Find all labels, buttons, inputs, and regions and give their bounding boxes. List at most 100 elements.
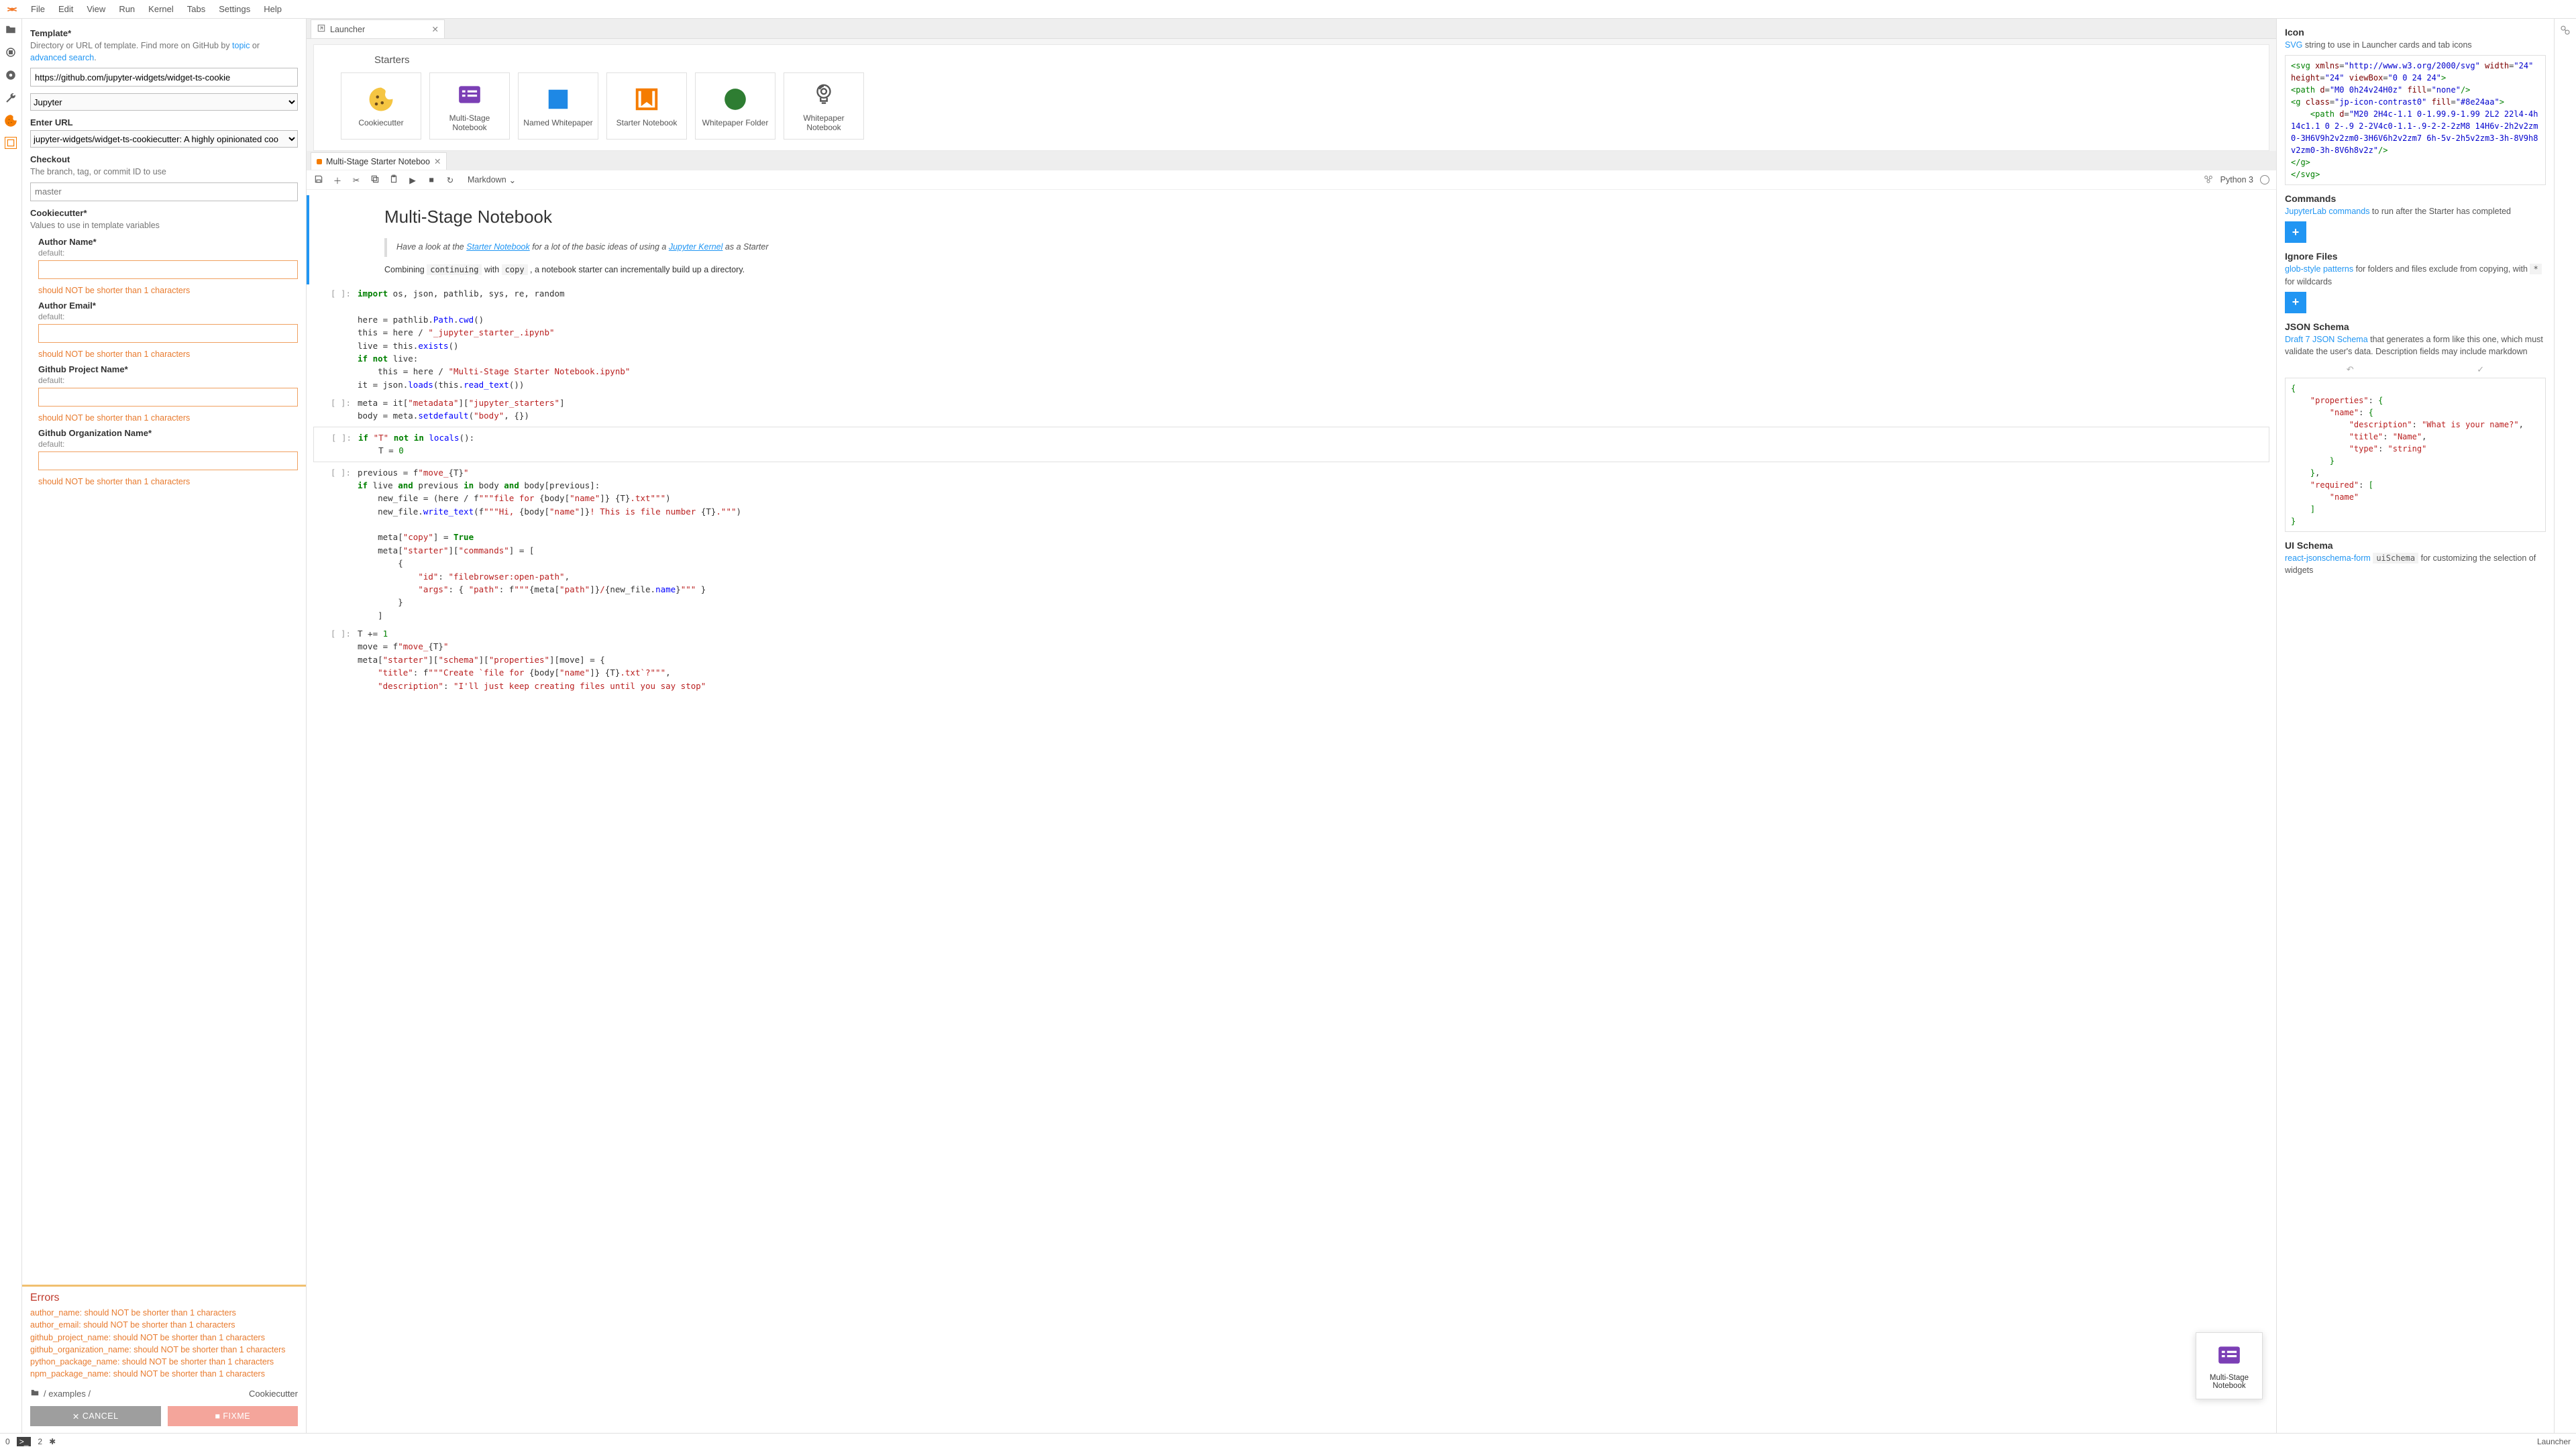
template-select[interactable]: Jupyter [30,93,298,111]
undo-icon[interactable]: ↶ [2347,364,2354,375]
commands-icon[interactable] [4,68,17,82]
cancel-button[interactable]: ✕ CANCEL [30,1406,161,1426]
code-cell[interactable]: [ ]: if "T" not in locals(): T = 0 [313,427,2269,462]
restart-icon[interactable]: ↻ [445,175,455,185]
folder-icon[interactable] [30,1388,40,1399]
celltype-select[interactable]: Markdown ⌄ [468,175,516,185]
drag-preview-card: Multi-Stage Notebook [2196,1332,2263,1399]
schema-section-title: JSON Schema [2285,321,2546,332]
cookiecutter-icon[interactable] [4,114,17,127]
starter-card-starter-nb[interactable]: Starter Notebook [606,72,687,140]
github-org-label: Github Organization Name* [38,428,298,438]
icon-svg-code[interactable]: <svg xmlns="http://www.w3.org/2000/svg" … [2285,55,2546,185]
add-command-button[interactable]: + [2285,221,2306,243]
run-icon[interactable]: ▶ [407,175,418,185]
menu-view[interactable]: View [80,1,112,17]
schema-controls: ↶ ✓ [2285,362,2546,378]
checkout-input[interactable] [30,182,298,201]
ignore-section-title: Ignore Files [2285,251,2546,262]
schema-code[interactable]: { "properties": { "name": { "description… [2285,378,2546,532]
code-cell[interactable]: [ ]: meta = it["metadata"]["jupyter_star… [307,394,2276,425]
error-row: python_package_name: should NOT be short… [30,1356,298,1368]
running-icon[interactable] [4,46,17,59]
menu-edit[interactable]: Edit [52,1,80,17]
author-email-label: Author Email* [38,301,298,311]
dirty-icon [317,159,322,164]
author-email-input[interactable] [38,324,298,343]
menu-settings[interactable]: Settings [212,1,257,17]
starter-notebook-link[interactable]: Starter Notebook [466,242,530,252]
breadcrumb-path[interactable]: / examples / [44,1389,91,1399]
copy-icon[interactable] [370,174,380,186]
starter-card-cookiecutter[interactable]: Cookiecutter [341,72,421,140]
starter-card-multistage[interactable]: Multi-Stage Notebook [429,72,510,140]
chevron-down-icon: ⌄ [509,175,516,185]
add-icon[interactable]: ＋ [332,174,343,186]
card-label: Cookiecutter [358,118,403,127]
check-icon[interactable]: ✓ [2477,364,2484,375]
rjsf-link[interactable]: react-jsonschema-form [2285,553,2371,563]
starter-card-wp-notebook[interactable]: Whitepaper Notebook [784,72,864,140]
list-icon [455,80,484,109]
add-ignore-button[interactable]: + [2285,292,2306,313]
topic-link[interactable]: topic [232,41,250,50]
blockquote: Have a look at the Starter Notebook for … [384,238,2236,256]
launch-icon [317,23,326,35]
enter-url-select[interactable]: jupyter-widgets/widget-ts-cookiecutter: … [30,130,298,148]
tab-launcher[interactable]: Launcher ✕ [311,19,445,38]
code-cell[interactable]: [ ]: T += 1 move = f"move_{T}" meta["sta… [307,625,2276,695]
cookiecutter-desc: Values to use in template variables [30,220,298,232]
card-label: Named Whitepaper [523,118,592,127]
cut-icon[interactable]: ✂ [351,175,362,185]
tab-notebook[interactable]: Multi-Stage Starter Noteboo ✕ [311,152,447,170]
kernel-name[interactable]: Python 3 [2220,175,2253,184]
author-email-sub: default: [38,312,298,321]
github-project-input[interactable] [38,388,298,407]
tab-label: Multi-Stage Starter Noteboo [326,157,430,166]
checkout-desc: The branch, tag, or commit ID to use [30,166,298,178]
glob-link[interactable]: glob-style patterns [2285,264,2353,274]
cell-prompt: [ ]: [320,287,358,391]
folder-icon[interactable] [4,23,17,36]
error-row: author_email: should NOT be shorter than… [30,1319,298,1331]
jl-commands-link[interactable]: JupyterLab commands [2285,207,2369,216]
terminal-icon[interactable]: >_ [17,1437,32,1446]
author-name-sub: default: [38,248,298,258]
paste-icon[interactable] [388,174,399,186]
stop-icon[interactable]: ■ [426,175,437,184]
menu-kernel[interactable]: Kernel [142,1,180,17]
cell-prompt: [ ]: [320,396,358,423]
gear-icon[interactable] [2559,24,2571,38]
menu-tabs[interactable]: Tabs [180,1,212,17]
template-url-input[interactable] [30,68,298,87]
code-cell[interactable]: [ ]: previous = f"move_{T}" if live and … [307,464,2276,625]
menu-help[interactable]: Help [257,1,288,17]
status-left[interactable]: 0 [5,1437,10,1446]
github-project-sub: default: [38,376,298,385]
menu-file[interactable]: File [24,1,52,17]
status-mid[interactable]: 2 [38,1437,42,1446]
code-cell[interactable]: [ ]: import os, json, pathlib, sys, re, … [307,284,2276,394]
save-icon[interactable] [313,174,324,186]
card-label: Whitepaper Folder [702,118,769,127]
starter-card-wp-folder[interactable]: Whitepaper Folder [695,72,775,140]
notebook-square-icon[interactable] [5,137,17,149]
close-icon[interactable]: ✕ [432,24,439,34]
statusbar: 0 >_ 2 ✱ Launcher [0,1433,2576,1449]
markdown-cell[interactable]: [ ]: Multi-Stage Notebook Have a look at… [307,195,2276,284]
svg-link[interactable]: SVG [2285,40,2302,50]
author-name-input[interactable] [38,260,298,279]
close-icon[interactable]: ✕ [434,156,441,166]
fixme-button[interactable]: ■ FIXME [168,1406,299,1426]
settings-icon[interactable]: ✱ [49,1437,56,1446]
wrench-icon[interactable] [4,91,17,105]
template-title: Template* [30,28,298,38]
draft7-link[interactable]: Draft 7 JSON Schema [2285,335,2368,344]
menu-run[interactable]: Run [112,1,142,17]
notebook-body[interactable]: [ ]: Multi-Stage Notebook Have a look at… [307,190,2276,1433]
advanced-search-link[interactable]: advanced search [30,53,94,62]
voila-icon[interactable] [2203,174,2214,186]
github-org-input[interactable] [38,451,298,470]
jupyter-kernel-link[interactable]: Jupyter Kernel [669,242,723,252]
starter-card-named-wp[interactable]: Named Whitepaper [518,72,598,140]
